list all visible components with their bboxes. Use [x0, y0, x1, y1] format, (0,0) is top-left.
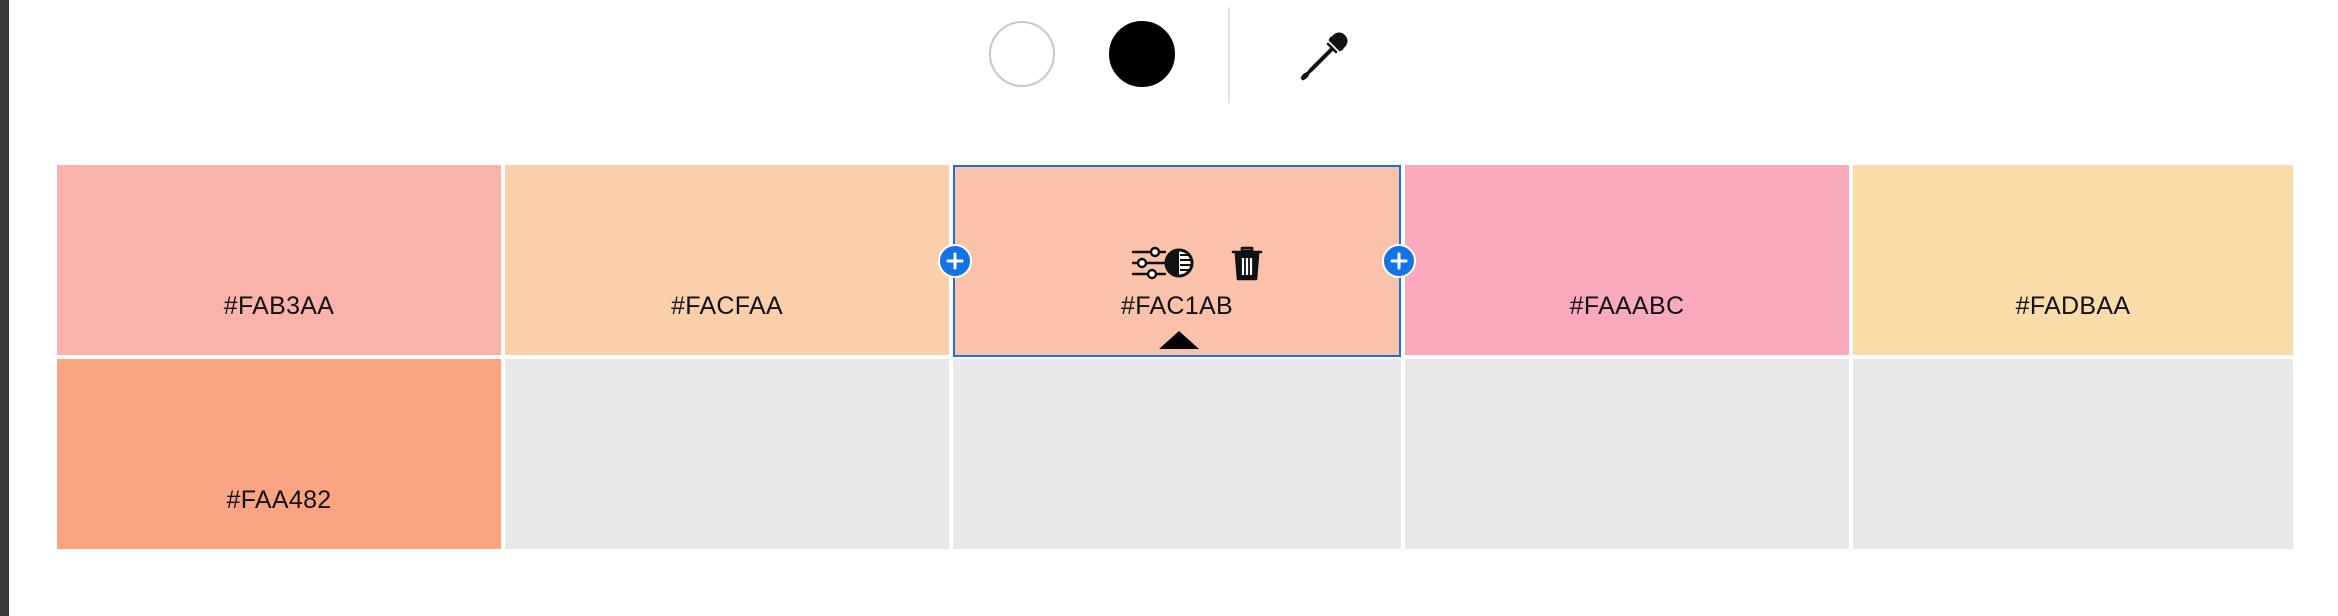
- eyedropper-button[interactable]: [1295, 30, 1351, 86]
- contrast-icon: [1164, 248, 1194, 278]
- empty-swatch-slot[interactable]: [1405, 359, 1849, 549]
- caret-up-icon: [1159, 331, 1199, 349]
- plus-icon: [946, 252, 964, 270]
- empty-swatch-slot[interactable]: [953, 359, 1401, 549]
- swatch-2-selected[interactable]: #FAC1AB: [953, 165, 1401, 357]
- toolbar-divider: [1228, 7, 1230, 103]
- plus-icon: [1390, 252, 1408, 270]
- swatch-hex-label: #FACFAA: [671, 292, 783, 320]
- add-swatch-left-button[interactable]: [938, 244, 972, 278]
- swatch-hex-label: #FADBAA: [2015, 292, 2131, 320]
- swatch-action-bar: [955, 241, 1399, 285]
- add-swatch-right-button[interactable]: [1382, 244, 1416, 278]
- swatch-1[interactable]: #FACFAA: [505, 165, 949, 355]
- swatch-grid: #FAB3AA #FACFAA #FAC1AB #FAAABC #FADBAA …: [57, 165, 2293, 550]
- delete-swatch-button[interactable]: [1225, 241, 1269, 285]
- eyedropper-icon: [1300, 32, 1348, 81]
- contrast-button[interactable]: [1157, 241, 1201, 285]
- empty-swatch-slot[interactable]: [1853, 359, 2293, 549]
- swatch-hex-label: #FAA482: [226, 486, 332, 514]
- swatch-5[interactable]: #FAA482: [57, 359, 501, 549]
- swatch-hex-label: #FAAABC: [1569, 292, 1685, 320]
- swatch-0[interactable]: #FAB3AA: [57, 165, 501, 355]
- swatch-4[interactable]: #FADBAA: [1853, 165, 2293, 355]
- trash-icon: [1231, 246, 1263, 281]
- swatch-3[interactable]: #FAAABC: [1405, 165, 1849, 355]
- white-color-button[interactable]: [989, 21, 1055, 87]
- swatch-hex-label: #FAC1AB: [1121, 292, 1233, 320]
- black-color-button[interactable]: [1109, 21, 1175, 87]
- swatch-hex-label: #FAB3AA: [223, 292, 335, 320]
- color-toolbar: [0, 0, 2338, 120]
- empty-swatch-slot[interactable]: [505, 359, 949, 549]
